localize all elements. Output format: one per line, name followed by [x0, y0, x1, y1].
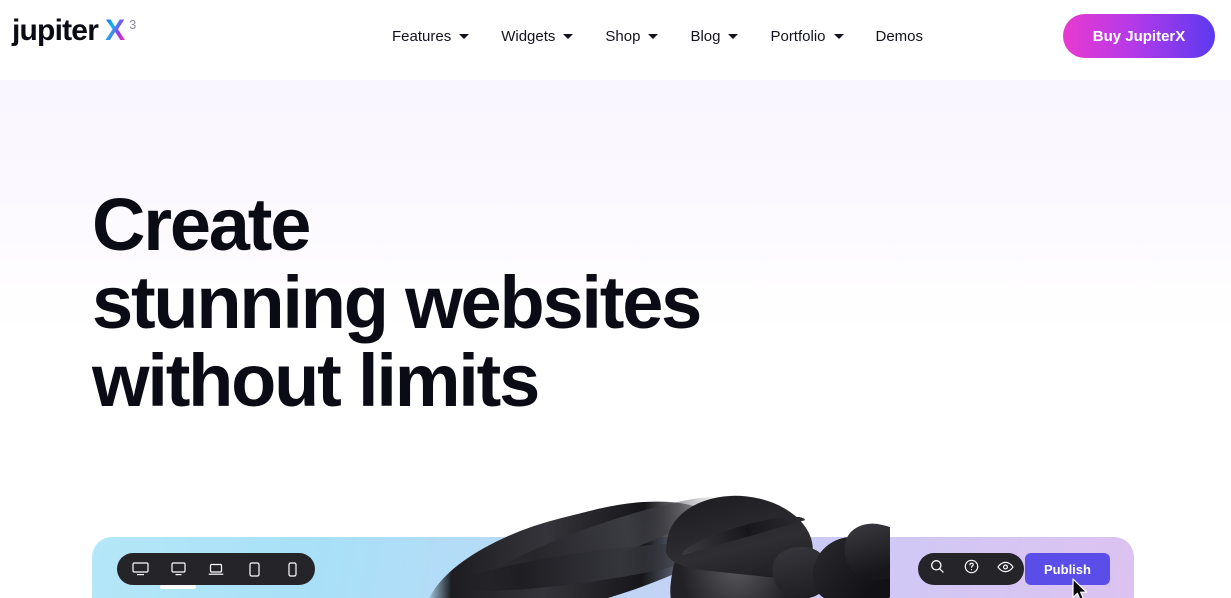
nav-label: Demos — [875, 27, 924, 45]
preview-eye-icon — [996, 560, 1014, 578]
nav-item-widgets[interactable]: Widgets — [485, 0, 589, 72]
hero-line-1: Create — [92, 183, 311, 266]
nav-label: Widgets — [501, 27, 556, 45]
nav-label: Blog — [690, 27, 721, 45]
device-button-widescreen[interactable] — [127, 553, 153, 585]
logo-version-superscript: 3 — [129, 17, 137, 32]
help-icon — [964, 559, 979, 579]
device-button-tablet[interactable] — [241, 553, 267, 585]
page-title: Create stunning websites without limits — [92, 183, 702, 422]
buy-jupiterx-button[interactable]: Buy JupiterX — [1063, 14, 1215, 58]
hero-section: Create stunning websites without limits — [92, 183, 702, 422]
nav-item-features[interactable]: Features — [376, 0, 485, 72]
hero-line-3: without limits — [92, 339, 540, 422]
chevron-down-icon — [728, 33, 739, 39]
preview-button[interactable] — [994, 553, 1016, 585]
logo-x-icon: X — [105, 14, 126, 47]
search-icon — [930, 559, 945, 579]
nav-label: Portfolio — [770, 27, 826, 45]
chevron-down-icon — [833, 33, 844, 39]
hero-line-2: stunning websites — [92, 261, 702, 344]
publish-button[interactable]: Publish — [1025, 553, 1110, 585]
chevron-down-icon — [459, 33, 470, 39]
device-button-laptop[interactable] — [203, 553, 229, 585]
help-button[interactable] — [960, 553, 982, 585]
page-root: jupiter X 3 Features Widgets Shop Blog P… — [0, 0, 1231, 598]
site-header: jupiter X 3 Features Widgets Shop Blog P… — [0, 0, 1231, 72]
logo-wordmark: jupiter — [12, 14, 99, 47]
device-button-mobile[interactable] — [279, 553, 305, 585]
widescreen-icon — [131, 562, 149, 576]
chevron-down-icon — [648, 33, 659, 39]
mobile-icon — [287, 561, 297, 577]
device-preview-toolbar — [117, 553, 315, 589]
nav-item-demos[interactable]: Demos — [860, 0, 940, 72]
search-button[interactable] — [926, 553, 948, 585]
nav-item-blog[interactable]: Blog — [674, 0, 754, 72]
tablet-icon — [248, 561, 260, 577]
nav-item-portfolio[interactable]: Portfolio — [754, 0, 859, 72]
nav-label: Shop — [605, 27, 641, 45]
laptop-icon — [208, 563, 224, 576]
site-logo[interactable]: jupiter X 3 — [12, 16, 136, 46]
chevron-down-icon — [563, 33, 574, 39]
primary-navigation: Features Widgets Shop Blog Portfolio Dem… — [376, 0, 939, 72]
nav-label: Features — [392, 27, 452, 45]
desktop-icon — [170, 562, 186, 576]
device-button-desktop[interactable] — [160, 553, 196, 589]
nav-item-shop[interactable]: Shop — [589, 0, 674, 72]
editor-tools-toolbar — [918, 553, 1024, 585]
